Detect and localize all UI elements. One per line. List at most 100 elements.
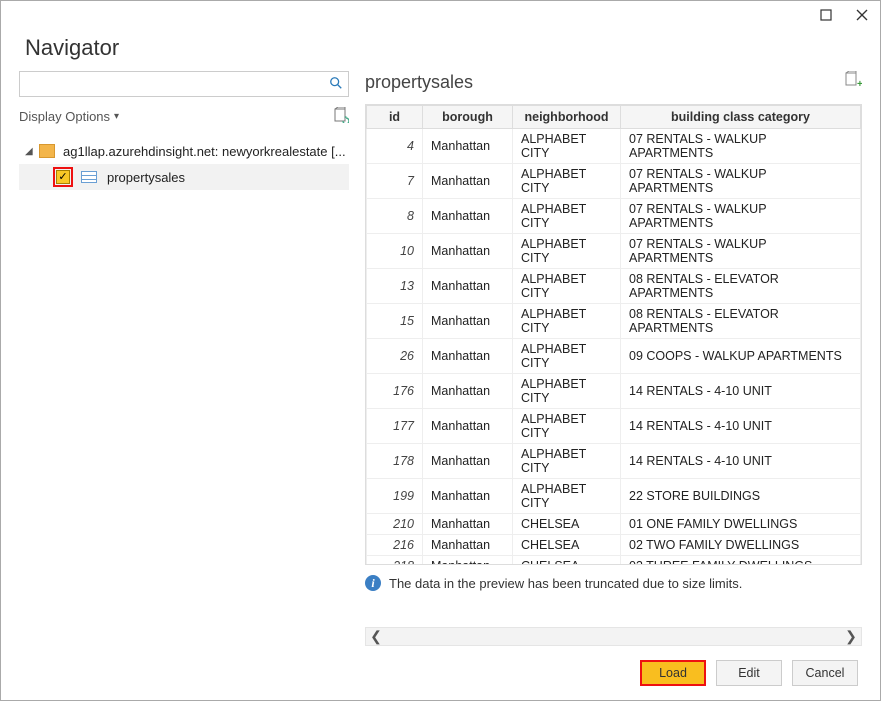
display-options-label: Display Options	[19, 109, 110, 124]
cell-borough: Manhattan	[423, 556, 513, 566]
cell-id: 178	[367, 444, 423, 479]
table-row[interactable]: 199ManhattanALPHABET CITY22 STORE BUILDI…	[367, 479, 861, 514]
info-icon: i	[365, 575, 381, 591]
cell-neighborhood: ALPHABET CITY	[513, 409, 621, 444]
cell-neighborhood: ALPHABET CITY	[513, 269, 621, 304]
cell-neighborhood: CHELSEA	[513, 535, 621, 556]
add-column-icon[interactable]: +	[844, 71, 862, 94]
cell-neighborhood: CHELSEA	[513, 514, 621, 535]
horizontal-scrollbar[interactable]: ❮ ❯	[365, 627, 862, 646]
display-options-dropdown[interactable]: Display Options ▾	[19, 109, 119, 124]
cell-neighborhood: ALPHABET CITY	[513, 339, 621, 374]
cell-bcc: 07 RENTALS - WALKUP APARTMENTS	[621, 164, 861, 199]
col-header-id[interactable]: id	[367, 106, 423, 129]
cell-id: 13	[367, 269, 423, 304]
load-button[interactable]: Load	[640, 660, 706, 686]
search-icon[interactable]	[329, 76, 343, 93]
close-button[interactable]	[850, 5, 874, 25]
table-row[interactable]: 4ManhattanALPHABET CITY07 RENTALS - WALK…	[367, 129, 861, 164]
cell-borough: Manhattan	[423, 234, 513, 269]
table-checkbox[interactable]: ✓	[56, 170, 70, 184]
cell-id: 210	[367, 514, 423, 535]
dialog-footer: Load Edit Cancel	[1, 646, 880, 700]
table-row[interactable]: 178ManhattanALPHABET CITY14 RENTALS - 4-…	[367, 444, 861, 479]
table-row[interactable]: 10ManhattanALPHABET CITY07 RENTALS - WAL…	[367, 234, 861, 269]
dialog-title: Navigator	[25, 35, 856, 61]
search-input[interactable]	[19, 71, 349, 97]
cell-borough: Manhattan	[423, 164, 513, 199]
titlebar	[1, 1, 880, 29]
tree-node-server-label: ag1llap.azurehdinsight.net: newyorkreale…	[63, 144, 346, 159]
table-row[interactable]: 176ManhattanALPHABET CITY14 RENTALS - 4-…	[367, 374, 861, 409]
cell-id: 15	[367, 304, 423, 339]
chevron-down-icon: ▾	[114, 111, 119, 122]
cell-id: 8	[367, 199, 423, 234]
table-row[interactable]: 7ManhattanALPHABET CITY07 RENTALS - WALK…	[367, 164, 861, 199]
col-header-bcc[interactable]: building class category	[621, 106, 861, 129]
cell-borough: Manhattan	[423, 444, 513, 479]
cell-id: 176	[367, 374, 423, 409]
table-row[interactable]: 13ManhattanALPHABET CITY08 RENTALS - ELE…	[367, 269, 861, 304]
cell-id: 4	[367, 129, 423, 164]
cell-id: 199	[367, 479, 423, 514]
cell-borough: Manhattan	[423, 409, 513, 444]
table-row[interactable]: 15ManhattanALPHABET CITY08 RENTALS - ELE…	[367, 304, 861, 339]
table-row[interactable]: 26ManhattanALPHABET CITY09 COOPS - WALKU…	[367, 339, 861, 374]
preview-table: id borough neighborhood building class c…	[366, 105, 861, 565]
cell-bcc: 09 COOPS - WALKUP APARTMENTS	[621, 339, 861, 374]
right-pane: propertysales + id borough neighborhood …	[365, 71, 862, 646]
cell-bcc: 07 RENTALS - WALKUP APARTMENTS	[621, 234, 861, 269]
folder-icon	[39, 144, 55, 158]
col-header-borough[interactable]: borough	[423, 106, 513, 129]
object-tree: ◢ ag1llap.azurehdinsight.net: newyorkrea…	[19, 138, 349, 190]
edit-button[interactable]: Edit	[716, 660, 782, 686]
maximize-button[interactable]	[814, 5, 838, 25]
cell-bcc: 07 RENTALS - WALKUP APARTMENTS	[621, 199, 861, 234]
table-row[interactable]: 218ManhattanCHELSEA03 THREE FAMILY DWELL…	[367, 556, 861, 566]
cell-borough: Manhattan	[423, 514, 513, 535]
cell-borough: Manhattan	[423, 374, 513, 409]
truncate-text: The data in the preview has been truncat…	[389, 576, 742, 591]
table-checkbox-highlight: ✓	[53, 167, 73, 187]
table-row[interactable]: 177ManhattanALPHABET CITY14 RENTALS - 4-…	[367, 409, 861, 444]
cancel-button[interactable]: Cancel	[792, 660, 858, 686]
table-row[interactable]: 216ManhattanCHELSEA02 TWO FAMILY DWELLIN…	[367, 535, 861, 556]
cell-bcc: 14 RENTALS - 4-10 UNIT	[621, 444, 861, 479]
cell-borough: Manhattan	[423, 304, 513, 339]
refresh-icon[interactable]	[333, 107, 349, 126]
cell-neighborhood: ALPHABET CITY	[513, 234, 621, 269]
scroll-right-button[interactable]: ❯	[841, 628, 861, 645]
col-header-neighborhood[interactable]: neighborhood	[513, 106, 621, 129]
left-pane: Display Options ▾ ◢ ag1llap.azurehdinsig…	[19, 71, 349, 646]
cell-bcc: 02 TWO FAMILY DWELLINGS	[621, 535, 861, 556]
scroll-left-button[interactable]: ❮	[366, 628, 386, 645]
cell-id: 10	[367, 234, 423, 269]
cell-id: 177	[367, 409, 423, 444]
cell-id: 7	[367, 164, 423, 199]
cell-bcc: 08 RENTALS - ELEVATOR APARTMENTS	[621, 304, 861, 339]
cell-neighborhood: ALPHABET CITY	[513, 304, 621, 339]
cell-borough: Manhattan	[423, 535, 513, 556]
cell-bcc: 08 RENTALS - ELEVATOR APARTMENTS	[621, 269, 861, 304]
navigator-dialog: Navigator Display Options ▾	[0, 0, 881, 701]
cell-borough: Manhattan	[423, 129, 513, 164]
expand-icon[interactable]: ◢	[25, 146, 35, 157]
cell-borough: Manhattan	[423, 479, 513, 514]
table-icon	[81, 171, 97, 183]
cell-id: 26	[367, 339, 423, 374]
tree-node-table[interactable]: ✓ propertysales	[19, 164, 349, 190]
preview-title: propertysales	[365, 72, 473, 93]
cell-borough: Manhattan	[423, 199, 513, 234]
cell-id: 218	[367, 556, 423, 566]
cell-neighborhood: ALPHABET CITY	[513, 444, 621, 479]
cell-id: 216	[367, 535, 423, 556]
table-row[interactable]: 210ManhattanCHELSEA01 ONE FAMILY DWELLIN…	[367, 514, 861, 535]
cell-neighborhood: ALPHABET CITY	[513, 129, 621, 164]
table-row[interactable]: 8ManhattanALPHABET CITY07 RENTALS - WALK…	[367, 199, 861, 234]
cell-bcc: 22 STORE BUILDINGS	[621, 479, 861, 514]
cell-neighborhood: ALPHABET CITY	[513, 374, 621, 409]
svg-text:+: +	[857, 79, 862, 89]
cell-bcc: 01 ONE FAMILY DWELLINGS	[621, 514, 861, 535]
tree-node-server[interactable]: ◢ ag1llap.azurehdinsight.net: newyorkrea…	[19, 138, 349, 164]
preview-table-wrap: id borough neighborhood building class c…	[365, 104, 862, 565]
